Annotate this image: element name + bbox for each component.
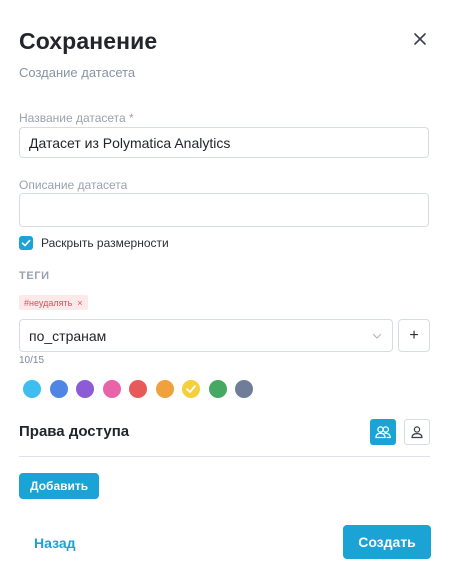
access-divider [19, 456, 430, 457]
save-dialog: Сохранение Создание датасета Название да… [0, 0, 455, 581]
chevron-down-icon [372, 333, 382, 339]
color-swatch-yellow[interactable] [182, 380, 200, 398]
color-swatch-slate[interactable] [235, 380, 253, 398]
expand-dimensions-checkbox[interactable] [19, 236, 33, 250]
check-icon [186, 385, 196, 393]
color-swatch-purple[interactable] [76, 380, 94, 398]
dataset-description-input[interactable] [19, 193, 429, 227]
tag-select-value: по_странам [29, 327, 107, 344]
color-swatch-orange[interactable] [155, 380, 174, 398]
color-swatch-red[interactable] [129, 380, 147, 398]
tag-chip: #неудалять × [19, 295, 88, 310]
tag-chip-label: #неудалять [24, 297, 73, 308]
tag-counter: 10/15 [19, 355, 45, 366]
color-swatch-blue[interactable] [49, 380, 68, 398]
dataset-description-label: Описание датасета [19, 178, 128, 192]
user-access-button[interactable] [404, 419, 430, 445]
dataset-name-input[interactable] [19, 127, 429, 158]
expand-dimensions-row[interactable]: Раскрыть размерности [19, 235, 169, 251]
add-access-button[interactable]: Добавить [19, 473, 100, 499]
create-button[interactable]: Создать [343, 525, 431, 559]
access-title: Права доступа [19, 423, 130, 440]
color-swatch-pink[interactable] [102, 380, 121, 398]
close-icon[interactable] [411, 30, 429, 48]
group-access-button[interactable] [370, 419, 396, 445]
tags-section-label: ТЕГИ [19, 270, 50, 282]
color-swatch-green[interactable] [208, 380, 227, 398]
user-icon [411, 426, 423, 439]
tag-color-palette [23, 380, 262, 398]
dialog-title: Сохранение [19, 28, 158, 54]
check-icon [21, 239, 31, 247]
add-tag-button[interactable]: + [398, 319, 430, 352]
tag-select[interactable]: по_странам [19, 319, 393, 352]
users-icon [375, 426, 391, 439]
color-swatch-sky-blue[interactable] [23, 380, 41, 398]
back-button[interactable]: Назад [34, 535, 76, 551]
dataset-name-label: Название датасета * [19, 111, 134, 125]
tag-remove-icon[interactable]: × [77, 298, 82, 308]
expand-dimensions-label: Раскрыть размерности [41, 236, 169, 250]
dialog-subtitle: Создание датасета [19, 65, 136, 80]
